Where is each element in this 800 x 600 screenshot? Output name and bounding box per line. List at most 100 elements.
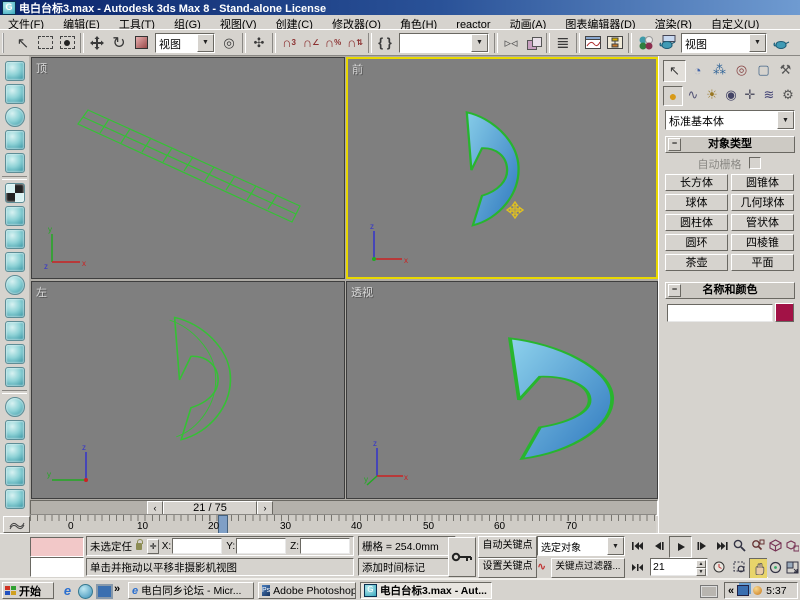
y-coord-field[interactable] <box>236 538 286 554</box>
plane-button[interactable]: 平面 <box>731 254 794 271</box>
geosphere-button[interactable]: 几何球体 <box>731 194 794 211</box>
left-toolbar-gear-icon[interactable] <box>5 275 25 295</box>
viewport-top-label[interactable]: 顶 <box>36 60 47 76</box>
zoom-button[interactable] <box>731 536 748 555</box>
quicklaunch-overflow-icon[interactable]: » <box>114 583 120 595</box>
collapse-icon[interactable]: − <box>668 138 681 151</box>
frame-spinner[interactable]: ▲▼ <box>696 560 706 574</box>
arc-rotate-button[interactable] <box>767 558 784 577</box>
dropdown-arrow-icon[interactable]: ▼ <box>471 34 488 52</box>
schematic-view-button[interactable] <box>604 32 626 54</box>
zoom-all-button[interactable] <box>749 536 766 555</box>
viewport-front-label[interactable]: 前 <box>352 61 363 77</box>
sphere-button[interactable]: 球体 <box>665 194 728 211</box>
viewport-perspective[interactable]: 透视 z x y <box>346 281 658 499</box>
tab-display[interactable]: ▢ <box>753 60 774 80</box>
auto-key-button[interactable]: 自动关键点 <box>478 536 537 558</box>
tab-create[interactable]: ↖ <box>663 60 686 82</box>
subtab-systems[interactable]: ⚙ <box>779 86 797 104</box>
render-type-dropdown[interactable]: 视图 ▼ <box>681 33 767 53</box>
time-slider-prev-button[interactable]: ‹ <box>147 501 163 515</box>
crossing-selection-button[interactable] <box>56 32 78 54</box>
mirror-button[interactable]: ▹◃ <box>500 32 522 54</box>
region-zoom-button[interactable] <box>731 558 748 577</box>
subtab-geometry[interactable]: ● <box>663 86 683 106</box>
viewport-top[interactable]: 顶 y x z <box>31 57 345 279</box>
tab-hierarchy[interactable]: ⁂ <box>709 60 730 80</box>
start-button[interactable]: 开始 <box>2 582 54 599</box>
default-in-out-tangent-icon[interactable]: ∿ <box>537 560 549 573</box>
left-toolbar-cloth-icon[interactable] <box>5 84 25 104</box>
subtab-cameras[interactable]: ◉ <box>722 86 740 104</box>
left-toolbar-knot-icon[interactable] <box>5 397 25 417</box>
left-toolbar-waves-icon[interactable] <box>5 367 25 387</box>
select-and-rotate-button[interactable]: ↻ <box>108 32 130 54</box>
subtab-lights[interactable]: ☀ <box>703 86 721 104</box>
torus-button[interactable]: 圆环 <box>665 234 728 251</box>
left-toolbar-prism-icon[interactable] <box>5 252 25 272</box>
current-frame-field[interactable]: ▲▼ <box>650 558 708 576</box>
maxscript-macro-recorder[interactable] <box>30 537 84 557</box>
left-toolbar-weathervane-icon[interactable] <box>5 298 25 318</box>
next-frame-button[interactable] <box>693 536 711 556</box>
key-mode-toggle-button[interactable] <box>628 558 646 576</box>
left-toolbar-boxes-icon[interactable] <box>5 61 25 81</box>
selection-lock-toggle[interactable] <box>136 543 142 550</box>
z-coord-field[interactable] <box>300 538 350 554</box>
reference-coordinate-dropdown[interactable]: 视图 ▼ <box>155 33 215 53</box>
quicklaunch-messenger-icon[interactable] <box>78 584 93 599</box>
time-slider-handle-group[interactable]: ‹ 21 / 75 › <box>147 501 273 515</box>
autogrid-checkbox[interactable] <box>749 157 761 169</box>
pan-button[interactable] <box>749 558 768 579</box>
select-and-move-button[interactable] <box>86 32 108 54</box>
material-editor-button[interactable] <box>634 32 656 54</box>
viewport-left[interactable]: 左 z y <box>31 281 345 499</box>
rect-selection-region-button[interactable] <box>34 32 56 54</box>
left-toolbar-car-icon[interactable] <box>5 321 25 341</box>
task-button-photoshop[interactable]: Ps Adobe Photoshop <box>258 582 356 599</box>
name-color-rollout[interactable]: − 名称和颜色 <box>665 282 795 299</box>
select-and-scale-button[interactable] <box>130 32 152 54</box>
add-time-tag[interactable]: 添加时间标记 <box>358 558 456 576</box>
selection-set-dropdown[interactable]: 选定对象 ▼ <box>537 536 625 556</box>
track-bar[interactable]: 0 10 20 30 40 50 60 70 <box>30 514 656 534</box>
key-filters-button[interactable]: 关键点过滤器... <box>551 558 625 578</box>
toolbar-grip[interactable] <box>2 33 9 53</box>
cone-button[interactable]: 圆锥体 <box>731 174 794 191</box>
time-slider-next-button[interactable]: › <box>257 501 273 515</box>
layer-manager-button[interactable]: ≣ <box>552 32 574 54</box>
maxscript-listener[interactable] <box>30 557 84 577</box>
time-configuration-button[interactable] <box>710 558 727 576</box>
subtab-spacewarps[interactable]: ≋ <box>760 86 778 104</box>
left-toolbar-spindle-icon[interactable] <box>5 130 25 150</box>
dropdown-arrow-icon[interactable]: ▼ <box>607 537 624 555</box>
left-toolbar-biped-icon[interactable] <box>5 420 25 440</box>
left-toolbar-blocks-icon[interactable] <box>5 344 25 364</box>
absolute-mode-toggle[interactable]: ✛ <box>147 539 158 554</box>
render-scene-button[interactable] <box>656 32 678 54</box>
viewport-front[interactable]: 前 z x <box>346 57 658 279</box>
quicklaunch-ie-icon[interactable]: e <box>60 583 75 598</box>
tray-clock[interactable]: 5:37 <box>766 585 786 597</box>
current-frame-input[interactable] <box>651 559 695 575</box>
left-toolbar-sphere-icon[interactable] <box>5 107 25 127</box>
scene-object-top-wireframe[interactable] <box>72 106 312 236</box>
go-to-start-button[interactable] <box>628 536 646 556</box>
select-and-manipulate-button[interactable]: ✣ <box>248 32 270 54</box>
logo-object-left-wireframe[interactable] <box>150 316 232 448</box>
task-button-max[interactable]: G 电白台标3.max - Aut... <box>360 582 492 599</box>
zoom-extents-button[interactable] <box>767 536 784 555</box>
use-pivot-center-button[interactable]: ◎ <box>218 32 240 54</box>
left-toolbar-spring-icon[interactable] <box>5 206 25 226</box>
left-toolbar-terrain-icon[interactable] <box>5 443 25 463</box>
left-toolbar-checker-icon[interactable] <box>5 183 25 203</box>
primitive-category-dropdown[interactable]: 标准基本体 ▼ <box>665 110 795 130</box>
x-coord-field[interactable] <box>172 538 222 554</box>
dropdown-arrow-icon[interactable]: ▼ <box>197 34 214 52</box>
play-button[interactable] <box>669 536 692 558</box>
subtab-helpers[interactable]: ✛ <box>741 86 759 104</box>
track-bar-frame-marker[interactable] <box>218 515 228 535</box>
viewport-left-label[interactable]: 左 <box>36 284 47 300</box>
set-keys-button[interactable] <box>448 537 476 577</box>
keyboard-layout-icon[interactable] <box>700 585 718 598</box>
